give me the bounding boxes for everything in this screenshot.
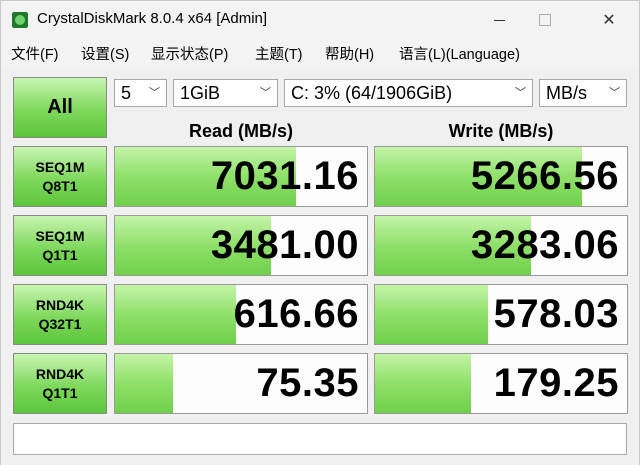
drive-select[interactable]: C: 3% (64/1906GiB) ﹀	[284, 79, 533, 107]
test-label-line2: Q1T1	[42, 246, 78, 263]
app-window: CrystalDiskMark 8.0.4 x64 [Admin] ✕ 文件(F…	[0, 0, 640, 465]
write-result: 578.03	[374, 284, 628, 345]
test-label-line1: SEQ1M	[35, 227, 85, 244]
chevron-down-icon: ﹀	[515, 87, 526, 99]
test-label-line1: SEQ1M	[35, 158, 85, 175]
test-button[interactable]: RND4K Q1T1	[13, 353, 107, 414]
read-result: 7031.16	[114, 146, 368, 207]
write-value: 3283.06	[470, 223, 619, 267]
menu-help[interactable]: 帮助(H)	[325, 43, 374, 64]
all-button[interactable]: All	[13, 77, 107, 138]
test-label-line1: RND4K	[35, 296, 85, 313]
comment-input[interactable]	[13, 423, 627, 455]
test-button[interactable]: SEQ1M Q1T1	[13, 215, 107, 276]
test-size-value: 1GiB	[180, 83, 221, 103]
window-title: CrystalDiskMark 8.0.4 x64 [Admin]	[37, 10, 268, 27]
menu-file[interactable]: 文件(F)	[11, 43, 59, 64]
drive-value: C: 3% (64/1906GiB)	[291, 83, 453, 103]
write-result: 5266.56	[374, 146, 628, 207]
menu-display[interactable]: 显示状态(P)	[151, 43, 228, 64]
write-value: 179.25	[493, 361, 619, 405]
write-result: 3283.06	[374, 215, 628, 276]
menu-language[interactable]: 语言(L)(Language)	[399, 43, 520, 64]
read-result: 616.66	[114, 284, 368, 345]
menu-settings[interactable]: 设置(S)	[81, 43, 129, 64]
read-progress-bar	[115, 285, 236, 344]
unit-select[interactable]: MB/s ﹀	[539, 79, 627, 107]
write-value: 5266.56	[470, 154, 619, 198]
read-value: 616.66	[233, 292, 359, 336]
close-button[interactable]: ✕	[586, 1, 632, 39]
maximize-button[interactable]	[522, 1, 568, 39]
read-progress-bar	[115, 354, 173, 413]
test-count-value: 5	[121, 83, 132, 103]
write-value: 578.03	[493, 292, 619, 336]
read-result: 75.35	[114, 353, 368, 414]
read-value: 7031.16	[210, 154, 359, 198]
test-button[interactable]: SEQ1M Q8T1	[13, 146, 107, 207]
minimize-button[interactable]	[476, 1, 522, 39]
write-progress-bar	[375, 285, 488, 344]
write-result: 179.25	[374, 353, 628, 414]
write-progress-bar	[375, 354, 471, 413]
title-bar[interactable]: CrystalDiskMark 8.0.4 x64 [Admin] ✕	[1, 1, 639, 39]
test-label-line2: Q1T1	[42, 384, 78, 401]
chevron-down-icon: ﹀	[260, 87, 271, 99]
maximize-icon	[539, 14, 551, 26]
minimize-icon	[493, 19, 505, 21]
read-header: Read (MB/s)	[188, 121, 293, 141]
test-label-line1: RND4K	[35, 365, 85, 382]
unit-value: MB/s	[546, 83, 588, 103]
main-panel: All 5 ﹀ 1GiB ﹀ C: 3% (64/1906GiB) ﹀ MB/s…	[1, 67, 639, 465]
test-button[interactable]: RND4K Q32T1	[13, 284, 107, 345]
read-value: 3481.00	[210, 223, 359, 267]
chevron-down-icon: ﹀	[149, 87, 160, 99]
chevron-down-icon: ﹀	[609, 87, 620, 99]
test-label-line2: Q32T1	[38, 315, 82, 332]
menu-bar: 文件(F) 设置(S) 显示状态(P) 主题(T) 帮助(H) 语言(L)(La…	[1, 39, 639, 67]
write-header: Write (MB/s)	[448, 121, 554, 141]
disk-app-icon	[12, 12, 28, 28]
read-result: 3481.00	[114, 215, 368, 276]
test-size-select[interactable]: 1GiB ﹀	[173, 79, 278, 107]
close-icon: ✕	[602, 12, 616, 29]
read-value: 75.35	[256, 361, 359, 405]
menu-theme[interactable]: 主题(T)	[255, 43, 303, 64]
test-label-line2: Q8T1	[42, 177, 78, 194]
test-count-select[interactable]: 5 ﹀	[114, 79, 167, 107]
